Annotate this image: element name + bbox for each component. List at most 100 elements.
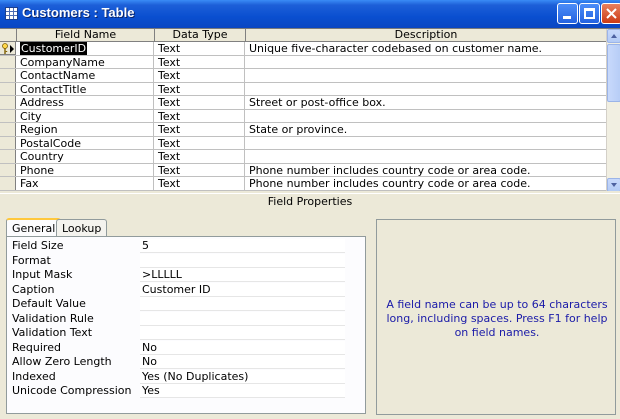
data-type-cell[interactable]: Text [155, 163, 245, 177]
header-data-type[interactable]: Data Type [155, 29, 246, 42]
description-cell[interactable] [246, 150, 606, 163]
description-cell[interactable]: Phone number includes country code or ar… [246, 177, 606, 190]
general-properties-panel: Field Size 5 Format Input Mask >LLLLL Ca… [6, 236, 366, 414]
property-value[interactable] [140, 297, 345, 311]
property-value[interactable]: No [140, 355, 345, 369]
field-name-cell[interactable]: Fax [17, 177, 154, 190]
scroll-up-button[interactable] [607, 29, 620, 43]
property-value[interactable]: 5 [140, 239, 345, 253]
property-row[interactable]: Default Value [7, 297, 367, 312]
grid-header: Field Name Data Type Description [0, 29, 606, 42]
table-row[interactable]: ContactName Text [0, 69, 606, 83]
close-icon [606, 8, 617, 19]
property-label: Default Value [12, 297, 86, 310]
property-row[interactable]: Validation Rule [7, 311, 367, 327]
arrow-up-icon [611, 34, 617, 38]
help-hint-text: A field name can be up to 64 characters … [386, 298, 608, 339]
property-row[interactable]: Allow Zero Length No [7, 355, 367, 370]
data-type-cell[interactable]: Text [155, 136, 245, 150]
field-name-cell[interactable]: PostalCode [17, 136, 154, 150]
description-cell[interactable] [246, 69, 606, 82]
table-row[interactable]: PostalCode Text [0, 136, 606, 150]
property-row[interactable]: Required No [7, 340, 367, 356]
description-cell[interactable] [246, 137, 606, 150]
field-name-cell[interactable]: Country [17, 150, 154, 163]
maximize-button[interactable] [579, 3, 600, 24]
property-row[interactable]: Input Mask >LLLLL [7, 268, 367, 283]
property-row[interactable]: Indexed Yes (No Duplicates) [7, 369, 367, 385]
property-value[interactable] [140, 326, 345, 340]
description-cell[interactable]: Street or post-office box. [246, 96, 606, 109]
title-bar[interactable]: Customers : Table [0, 0, 620, 28]
property-row[interactable]: Format [7, 253, 367, 269]
data-type-cell[interactable]: Text [155, 177, 245, 190]
help-hint-panel: A field name can be up to 64 characters … [376, 219, 616, 415]
description-cell[interactable] [246, 110, 606, 123]
description-cell[interactable] [246, 56, 606, 69]
property-value[interactable]: Yes (No Duplicates) [140, 369, 345, 384]
property-label: Unicode Compression [12, 384, 132, 397]
table-icon [5, 7, 18, 20]
description-cell[interactable]: State or province. [246, 123, 606, 136]
property-row[interactable]: Caption Customer ID [7, 282, 367, 298]
description-cell[interactable] [246, 83, 606, 96]
data-type-cell[interactable]: Text [155, 55, 245, 69]
minimize-button[interactable] [557, 3, 578, 24]
description-cell[interactable]: Phone number includes country code or ar… [246, 164, 606, 177]
property-value[interactable]: >LLLLL [140, 268, 345, 282]
description-cell[interactable]: Unique five-character codebased on custo… [246, 42, 606, 55]
property-row[interactable]: Validation Text [7, 326, 367, 341]
property-value[interactable]: Customer ID [140, 282, 345, 297]
property-row[interactable]: Unicode Compression Yes [7, 384, 367, 399]
data-type-cell[interactable]: Text [155, 123, 245, 136]
table-row[interactable]: City Text [0, 109, 606, 123]
table-row[interactable]: Fax Text Phone number includes country c… [0, 177, 606, 191]
table-row[interactable]: ContactTitle Text [0, 82, 606, 96]
property-label: Required [12, 340, 61, 354]
data-type-cell[interactable]: Text [155, 150, 245, 163]
scroll-thumb[interactable] [607, 44, 620, 102]
field-name-cell[interactable]: Address [17, 96, 154, 109]
field-name-cell[interactable]: Region [17, 123, 154, 136]
field-name-cell[interactable]: City [17, 109, 154, 123]
property-label: Field Size [12, 239, 64, 252]
minimize-icon [563, 16, 571, 19]
table-row[interactable]: CustomerID Text Unique five-character co… [0, 42, 606, 56]
property-value[interactable] [140, 253, 345, 268]
property-value[interactable] [140, 311, 345, 326]
field-name-cell[interactable]: ContactTitle [17, 82, 154, 96]
data-type-cell[interactable]: Text [155, 69, 245, 82]
scroll-down-button[interactable] [607, 178, 620, 191]
close-button[interactable] [601, 3, 620, 24]
data-type-cell[interactable]: Text [155, 96, 245, 109]
data-type-cell[interactable]: Text [155, 109, 245, 123]
maximize-icon [584, 8, 595, 19]
header-description[interactable]: Description [246, 29, 606, 42]
window-title: Customers : Table [22, 5, 135, 20]
header-selector[interactable] [0, 29, 17, 42]
arrow-down-icon [611, 183, 617, 187]
property-row[interactable]: Field Size 5 [7, 239, 367, 254]
row-selector[interactable] [0, 42, 16, 55]
vertical-scrollbar[interactable] [606, 29, 620, 191]
field-name-cell[interactable]: CompanyName [17, 55, 154, 69]
field-name-cell[interactable]: ContactName [17, 69, 154, 82]
field-name-text: CustomerID [20, 42, 88, 55]
field-grid: Field Name Data Type Description Custome… [0, 28, 620, 191]
field-name-cell[interactable]: Phone [17, 163, 154, 177]
tab-general[interactable]: General [6, 218, 62, 237]
property-value[interactable]: Yes [140, 384, 345, 398]
property-value[interactable]: No [140, 340, 345, 355]
property-label: Input Mask [12, 268, 73, 281]
table-row[interactable]: CompanyName Text [0, 55, 606, 69]
table-row[interactable]: Country Text [0, 150, 606, 164]
data-type-cell[interactable]: Text [155, 82, 245, 96]
table-row[interactable]: Phone Text Phone number includes country… [0, 163, 606, 177]
table-row[interactable]: Region Text State or province. [0, 123, 606, 137]
field-name-cell[interactable]: CustomerID [17, 42, 154, 55]
property-label: Validation Rule [12, 311, 94, 325]
tab-lookup[interactable]: Lookup [56, 219, 108, 237]
header-field-name[interactable]: Field Name [17, 29, 155, 42]
data-type-cell[interactable]: Text [155, 42, 245, 55]
table-row[interactable]: Address Text Street or post-office box. [0, 96, 606, 110]
